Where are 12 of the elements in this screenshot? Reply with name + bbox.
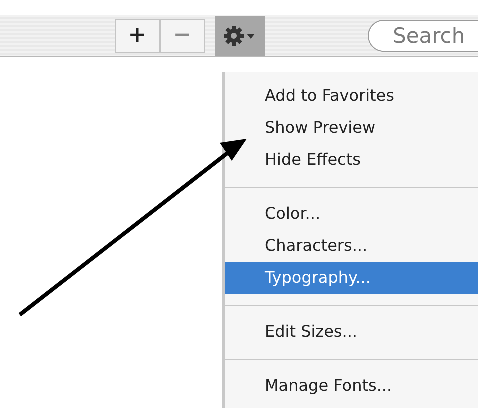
menu-item[interactable]: Show Preview xyxy=(225,112,478,144)
gear-icon xyxy=(223,24,257,46)
action-menu-button[interactable] xyxy=(215,16,265,56)
menu-item[interactable]: Add to Favorites xyxy=(225,80,478,112)
add-button[interactable]: + xyxy=(115,18,160,52)
menu-item[interactable]: Characters... xyxy=(225,230,478,262)
menu-item[interactable]: Hide Effects xyxy=(225,144,478,176)
menu-item[interactable]: Edit Sizes... xyxy=(225,316,478,348)
menu-item[interactable]: Color... xyxy=(225,198,478,230)
menu-item[interactable]: Typography... xyxy=(225,262,478,294)
menu-item[interactable]: Manage Fonts... xyxy=(225,370,478,402)
search-field[interactable]: Search xyxy=(368,20,478,52)
